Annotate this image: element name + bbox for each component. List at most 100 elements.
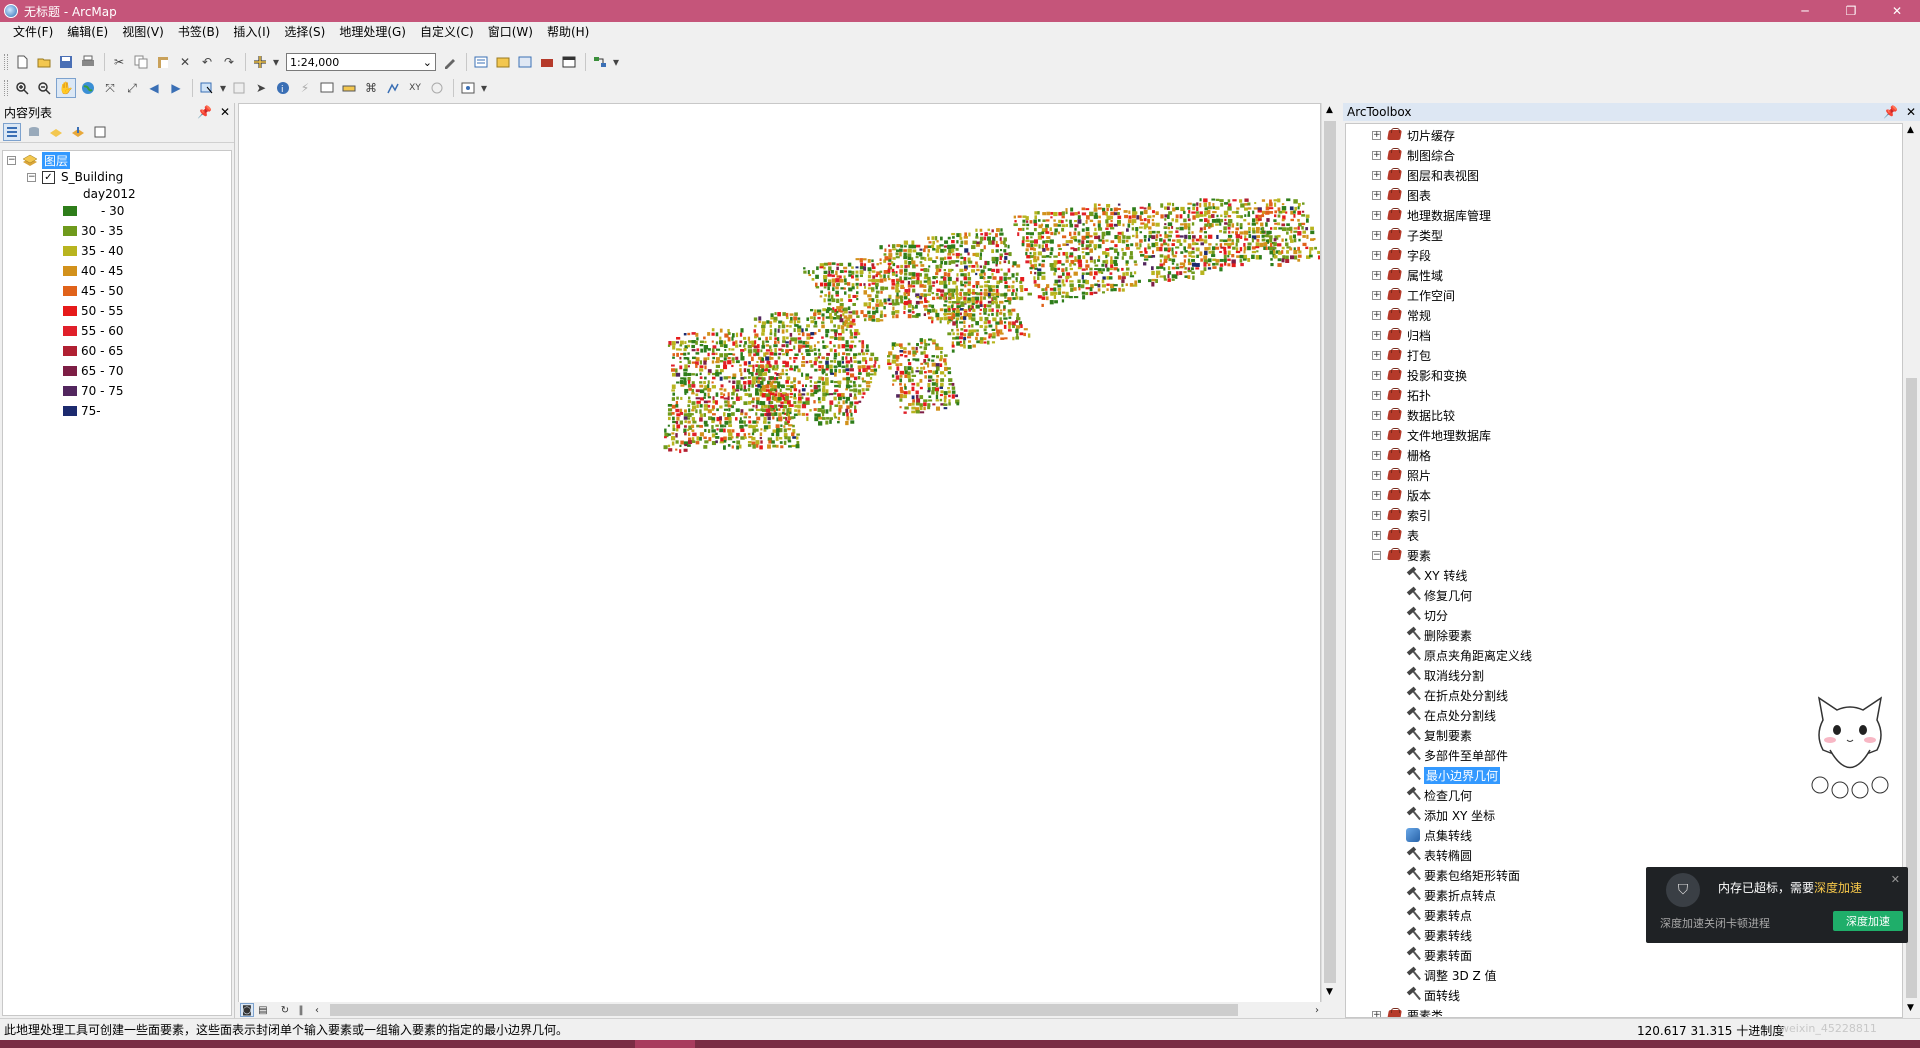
- identify-info-icon[interactable]: i: [273, 78, 293, 98]
- list-by-source-icon[interactable]: [25, 123, 43, 141]
- tool-row[interactable]: 切分: [1406, 606, 1448, 624]
- layer-visibility-checkbox[interactable]: ✓: [42, 170, 55, 184]
- forward-arrow-icon[interactable]: ▶: [166, 78, 186, 98]
- find-binoculars-icon[interactable]: ⌘: [361, 78, 381, 98]
- toolset-row[interactable]: + 属性域: [1372, 266, 1443, 284]
- legend-class-row[interactable]: 50 - 55: [63, 302, 124, 320]
- scroll-right-arrow-icon[interactable]: ›: [1310, 1003, 1324, 1017]
- tool-row[interactable]: 在点处分割线: [1406, 706, 1496, 724]
- scroll-up-arrow-icon[interactable]: ▲: [1907, 125, 1914, 135]
- go-to-xy-icon[interactable]: XY: [405, 78, 425, 98]
- expand-icon[interactable]: +: [1372, 290, 1381, 300]
- tool-row[interactable]: 检查几何: [1406, 786, 1472, 804]
- expand-icon[interactable]: +: [1372, 150, 1381, 160]
- expand-icon[interactable]: +: [1372, 470, 1381, 480]
- tool-row[interactable]: 要素转面: [1406, 946, 1472, 964]
- map-scale-combobox[interactable]: 1:24,000 ⌄: [286, 53, 436, 71]
- collapse-icon[interactable]: −: [1372, 550, 1381, 560]
- catalog-window-icon[interactable]: [493, 52, 513, 72]
- legend-swatch[interactable]: [63, 266, 77, 276]
- expand-icon[interactable]: +: [1372, 250, 1381, 260]
- legend-swatch[interactable]: [63, 386, 77, 396]
- menu-file[interactable]: 文件(F): [6, 22, 60, 42]
- toolset-row[interactable]: + 打包: [1372, 346, 1431, 364]
- delete-icon[interactable]: ✕: [175, 52, 195, 72]
- toolset-row-expanded[interactable]: − 要素: [1372, 546, 1431, 564]
- toolset-row[interactable]: + 栅格: [1372, 446, 1431, 464]
- tool-row[interactable]: 多部件至单部件: [1406, 746, 1508, 764]
- zoom-in-icon[interactable]: [12, 78, 32, 98]
- measure-ruler-icon[interactable]: [339, 78, 359, 98]
- tool-row[interactable]: 复制要素: [1406, 726, 1472, 744]
- notification-close-button[interactable]: ✕: [1891, 873, 1900, 886]
- legend-class-row[interactable]: - 30: [63, 202, 124, 220]
- pan-hand-icon[interactable]: ✋: [56, 78, 76, 98]
- tool-row[interactable]: 删除要素: [1406, 626, 1472, 644]
- legend-class-row[interactable]: 75-: [63, 402, 101, 420]
- tool-row[interactable]: 原点夹角距离定义线: [1406, 646, 1532, 664]
- legend-class-row[interactable]: 70 - 75: [63, 382, 124, 400]
- legend-swatch[interactable]: [63, 366, 77, 376]
- expand-icon[interactable]: +: [1372, 210, 1381, 220]
- toolset-row[interactable]: + 字段: [1372, 246, 1431, 264]
- maximize-button[interactable]: ❐: [1828, 0, 1874, 22]
- redo-icon[interactable]: ↷: [219, 52, 239, 72]
- list-by-drawing-order-icon[interactable]: [3, 122, 21, 141]
- scrollbar-thumb[interactable]: [330, 1004, 1238, 1016]
- tool-row[interactable]: 要素转点: [1406, 906, 1472, 924]
- menu-bookmarks[interactable]: 书签(B): [171, 22, 227, 42]
- scroll-up-arrow-icon[interactable]: ▲: [1326, 105, 1333, 115]
- toolset-row[interactable]: + 图层和表视图: [1372, 166, 1479, 184]
- toolbar-grip[interactable]: [4, 54, 8, 70]
- menu-help[interactable]: 帮助(H): [540, 22, 596, 42]
- close-icon[interactable]: ✕: [220, 105, 230, 119]
- toolset-row[interactable]: + 归档: [1372, 326, 1431, 344]
- open-folder-icon[interactable]: [34, 52, 54, 72]
- legend-class-row[interactable]: 60 - 65: [63, 342, 124, 360]
- undo-icon[interactable]: ↶: [197, 52, 217, 72]
- expand-icon[interactable]: +: [1372, 390, 1381, 400]
- tool-row[interactable]: 要素包络矩形转面: [1406, 866, 1520, 884]
- toolset-row[interactable]: + 工作空间: [1372, 286, 1455, 304]
- fixed-zoom-out-icon[interactable]: ⤢: [122, 78, 142, 98]
- modelbuilder-icon[interactable]: [590, 52, 610, 72]
- minimize-button[interactable]: ─: [1782, 0, 1828, 22]
- arctoolbox-icon[interactable]: [537, 52, 557, 72]
- layer-name[interactable]: S_Building: [61, 170, 123, 184]
- find-route-icon[interactable]: [383, 78, 403, 98]
- close-button[interactable]: ✕: [1874, 0, 1920, 22]
- scroll-left-arrow-icon[interactable]: ‹: [310, 1003, 324, 1017]
- tool-row[interactable]: 面转线: [1406, 986, 1460, 1004]
- add-data-icon[interactable]: [250, 52, 270, 72]
- layout-view-icon[interactable]: ▤: [256, 1003, 270, 1017]
- menu-edit[interactable]: 编辑(E): [60, 22, 115, 42]
- tool-row[interactable]: 在折点处分割线: [1406, 686, 1508, 704]
- expand-icon[interactable]: +: [1372, 170, 1381, 180]
- legend-swatch[interactable]: [63, 326, 77, 336]
- save-icon[interactable]: [56, 52, 76, 72]
- new-document-icon[interactable]: [12, 52, 32, 72]
- toolset-row[interactable]: + 切片缓存: [1372, 126, 1455, 144]
- search-window-icon[interactable]: [515, 52, 535, 72]
- clear-selection-icon[interactable]: [229, 78, 249, 98]
- data-view-icon[interactable]: ◙: [240, 1003, 254, 1017]
- toolset-row[interactable]: + 版本: [1372, 486, 1431, 504]
- expand-icon[interactable]: +: [1372, 510, 1381, 520]
- expand-icon[interactable]: +: [1372, 410, 1381, 420]
- collapse-icon[interactable]: −: [27, 172, 36, 182]
- add-data-dropdown-icon[interactable]: ▾: [272, 52, 280, 72]
- legend-class-row[interactable]: 35 - 40: [63, 242, 124, 260]
- legend-class-row[interactable]: 30 - 35: [63, 222, 124, 240]
- map-view[interactable]: [238, 103, 1321, 1003]
- html-popup-icon[interactable]: [317, 78, 337, 98]
- fixed-zoom-in-icon[interactable]: ⤧: [100, 78, 120, 98]
- expand-icon[interactable]: +: [1372, 190, 1381, 200]
- zoom-out-icon[interactable]: [34, 78, 54, 98]
- toolset-row[interactable]: + 图表: [1372, 186, 1431, 204]
- taskbar-active-app[interactable]: [635, 1040, 695, 1048]
- map-vertical-scrollbar[interactable]: ▲ ▼: [1321, 103, 1338, 1003]
- close-icon[interactable]: ✕: [1906, 105, 1916, 119]
- print-icon[interactable]: [78, 52, 98, 72]
- toolset-row[interactable]: + 地理数据库管理: [1372, 206, 1491, 224]
- python-window-icon[interactable]: [559, 52, 579, 72]
